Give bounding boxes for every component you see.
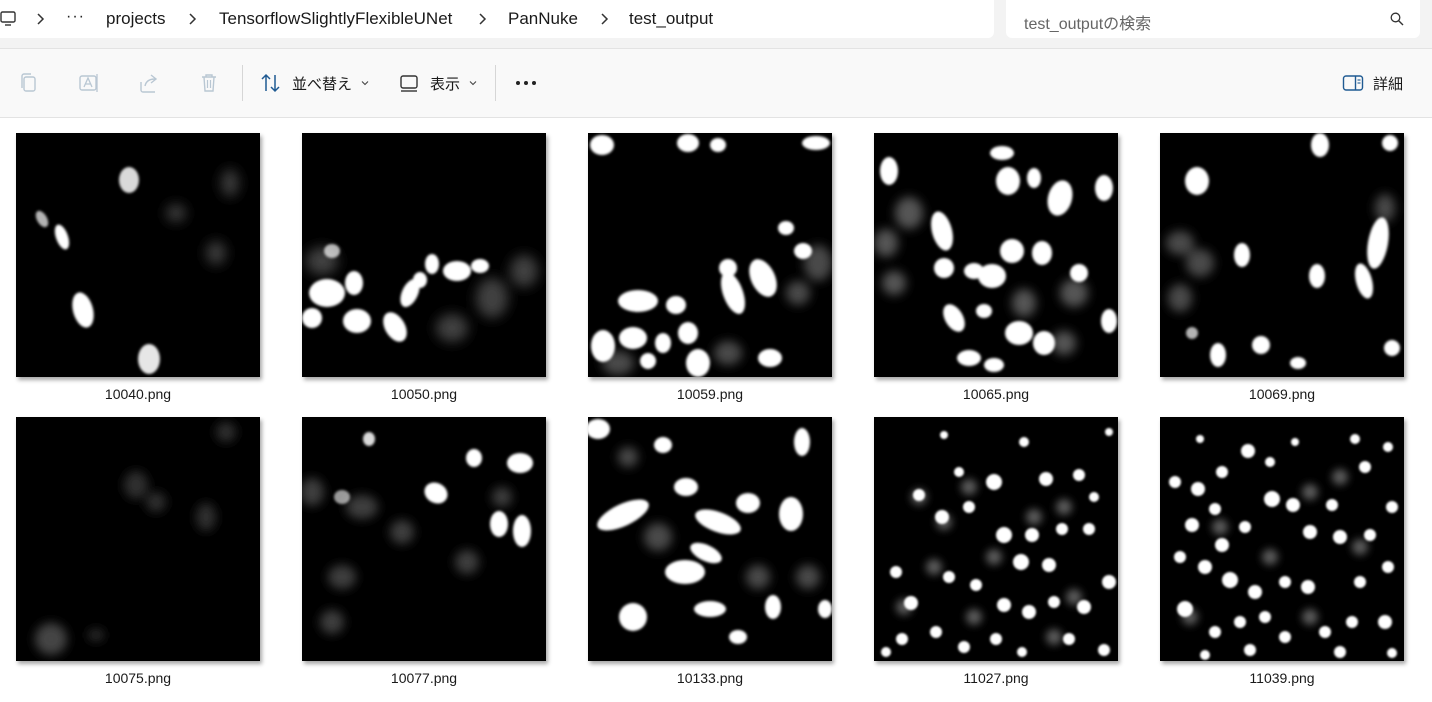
breadcrumb-test-output[interactable]: test_output xyxy=(629,9,713,29)
thumbnail-image xyxy=(588,133,832,377)
file-name[interactable]: 10050.png xyxy=(302,386,546,402)
breadcrumb-tensorflow-unet[interactable]: TensorflowSlightlyFlexibleUNet xyxy=(219,9,452,29)
chevron-down-icon xyxy=(469,81,477,86)
file-name[interactable]: 10075.png xyxy=(16,670,260,686)
thumbnail-image xyxy=(588,417,832,661)
file-name[interactable]: 11039.png xyxy=(1160,670,1404,686)
command-bar: 並べ替え 表示 詳細 xyxy=(0,49,1432,117)
view-button[interactable]: 表示 xyxy=(398,49,478,117)
file-name[interactable]: 10065.png xyxy=(874,386,1118,402)
file-name[interactable]: 10077.png xyxy=(302,670,546,686)
search-box[interactable]: test_outputの検索 xyxy=(1006,0,1420,38)
sort-button[interactable]: 並べ替え xyxy=(260,49,370,117)
chevron-right-icon[interactable] xyxy=(598,11,610,27)
trash-icon xyxy=(202,74,216,92)
this-pc-icon[interactable] xyxy=(0,10,16,28)
details-pane-icon xyxy=(1342,75,1364,91)
sort-icon xyxy=(261,73,280,93)
thumbnail-image xyxy=(16,417,260,661)
copy-button[interactable] xyxy=(18,49,40,117)
address-bar[interactable]: ··· projects TensorflowSlightlyFlexibleU… xyxy=(0,0,994,38)
thumbnail-image xyxy=(874,133,1118,377)
breadcrumb-projects[interactable]: projects xyxy=(106,9,166,29)
thumbnail-image xyxy=(16,133,260,377)
see-more-button[interactable] xyxy=(514,49,538,117)
file-view: 10040.png 10050.png 10059.png 10065.png … xyxy=(0,118,1432,702)
search-icon[interactable] xyxy=(1390,12,1404,26)
thumbnail-image xyxy=(1160,133,1404,377)
rename-icon xyxy=(79,74,98,92)
title-bar: ··· projects TensorflowSlightlyFlexibleU… xyxy=(0,0,1432,48)
sort-label: 並べ替え xyxy=(292,75,353,93)
share-icon xyxy=(140,74,158,93)
breadcrumb-overflow[interactable]: ··· xyxy=(66,8,85,26)
details-label: 詳細 xyxy=(1373,75,1404,93)
view-icon xyxy=(400,75,418,92)
share-button[interactable] xyxy=(138,49,160,117)
toolbar-separator xyxy=(495,65,496,101)
breadcrumb-pannuke[interactable]: PanNuke xyxy=(508,9,578,29)
search-input[interactable]: test_outputの検索 xyxy=(1024,10,1151,34)
thumbnail-image xyxy=(874,417,1118,661)
copy-icon xyxy=(21,73,36,92)
more-icon xyxy=(516,81,536,85)
rename-button[interactable] xyxy=(78,49,100,117)
toolbar-separator xyxy=(242,65,243,101)
thumbnail-image xyxy=(302,417,546,661)
chevron-right-icon[interactable] xyxy=(476,11,488,27)
chevron-down-icon xyxy=(361,81,369,86)
thumbnail-image xyxy=(302,133,546,377)
delete-button[interactable] xyxy=(198,49,220,117)
chevron-right-icon[interactable] xyxy=(186,11,198,27)
view-label: 表示 xyxy=(430,75,461,93)
file-name[interactable]: 10040.png xyxy=(16,386,260,402)
file-name[interactable]: 10059.png xyxy=(588,386,832,402)
file-name[interactable]: 10133.png xyxy=(588,670,832,686)
thumbnail-image xyxy=(1160,417,1404,661)
chevron-right-icon[interactable] xyxy=(34,11,46,27)
file-name[interactable]: 11027.png xyxy=(874,670,1118,686)
file-name[interactable]: 10069.png xyxy=(1160,386,1404,402)
details-pane-button[interactable]: 詳細 xyxy=(1342,49,1403,117)
